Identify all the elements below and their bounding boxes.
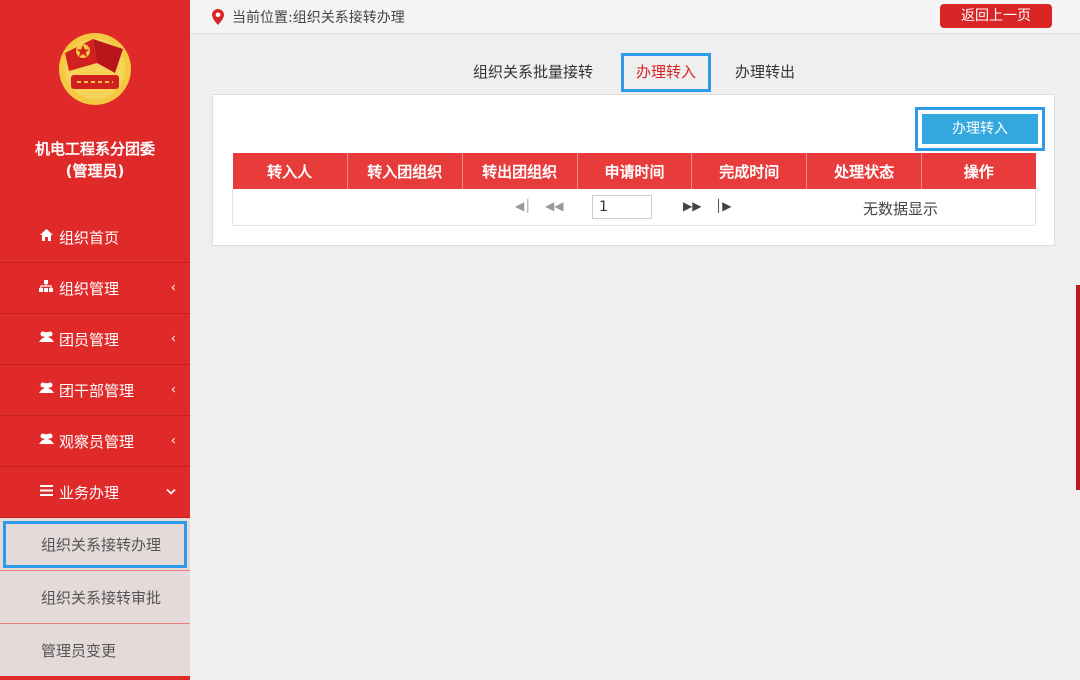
sidebar-item-label: 团员管理: [59, 330, 120, 349]
sidebar-bottom-bar: [0, 676, 190, 680]
breadcrumb: 当前位置:组织关系接转办理: [212, 7, 405, 27]
column-header: 转出团组织: [462, 153, 578, 189]
league-emblem-icon: [59, 33, 131, 105]
column-header: 申请时间: [577, 153, 693, 189]
page-number-input[interactable]: 1: [592, 195, 652, 219]
sidebar-item-org-manage[interactable]: 组织管理 ‹: [0, 263, 190, 314]
sub-item-admin-change[interactable]: 管理员变更: [0, 624, 190, 677]
back-button[interactable]: 返回上一页: [940, 4, 1052, 28]
tab-transfer-out[interactable]: 办理转出: [722, 53, 808, 92]
sidebar-item-business[interactable]: 业务办理: [0, 467, 190, 518]
sub-item-transfer-handle[interactable]: 组织关系接转办理: [0, 518, 190, 571]
chevron-left-icon: ‹: [170, 331, 176, 347]
tab-bar: 组织关系批量接转 办理转入 办理转出: [190, 52, 1080, 94]
transfer-in-button[interactable]: 办理转入: [922, 114, 1038, 144]
column-header: 转入人: [232, 153, 348, 189]
tab-transfer-in[interactable]: 办理转入: [621, 53, 711, 92]
next-page-icon[interactable]: ▶▶: [683, 199, 701, 213]
sidebar-item-label: 组织管理: [59, 279, 120, 298]
pager-row: ◀│ ◀◀ 1 ▶▶ │▶ 无数据显示: [232, 189, 1036, 226]
users-icon: [38, 382, 54, 398]
prev-page-icon[interactable]: ◀◀: [545, 199, 563, 213]
org-name: 机电工程系分团委 (管理员): [0, 138, 190, 182]
sitemap-icon: [38, 280, 54, 296]
scrollbar-indicator[interactable]: [1076, 285, 1080, 490]
content-panel: 办理转入 转入人 转入团组织 转出团组织 申请时间 完成时间 处理状态 操作 ◀…: [212, 94, 1055, 246]
sidebar-item-label: 业务办理: [59, 483, 120, 502]
sidebar-item-label: 组织首页: [59, 228, 120, 247]
org-name-line1: 机电工程系分团委: [34, 140, 155, 158]
home-icon: [38, 229, 54, 245]
sidebar-item-label: 团干部管理: [59, 381, 135, 400]
chevron-down-icon: [166, 485, 176, 500]
sub-item-label: 组织关系接转办理: [41, 535, 162, 554]
sidebar: 机电工程系分团委 (管理员) 组织首页 组织管理 ‹ 团员管理 ‹ 团干部管理 …: [0, 0, 190, 680]
sidebar-item-cadre-manage[interactable]: 团干部管理 ‹: [0, 365, 190, 416]
pager-cell: ◀│ ◀◀ 1 ▶▶ │▶ 无数据显示: [232, 189, 1036, 226]
sub-item-label: 管理员变更: [41, 642, 117, 660]
sidebar-item-observer-manage[interactable]: 观察员管理 ‹: [0, 416, 190, 467]
last-page-icon[interactable]: │▶: [715, 199, 731, 213]
action-button-highlight: 办理转入: [915, 107, 1045, 151]
column-header: 转入团组织: [347, 153, 463, 189]
breadcrumb-text: 当前位置:组织关系接转办理: [232, 10, 405, 26]
sidebar-item-home[interactable]: 组织首页: [0, 212, 190, 263]
menu-icon: [38, 484, 54, 500]
pager: ◀│ ◀◀ 1 ▶▶ │▶ 无数据显示: [233, 189, 1035, 225]
users-icon: [38, 331, 54, 347]
empty-message: 无数据显示: [863, 200, 939, 218]
column-header: 处理状态: [806, 153, 923, 189]
transfer-table: 转入人 转入团组织 转出团组织 申请时间 完成时间 处理状态 操作 ◀│ ◀◀ …: [232, 153, 1036, 226]
sub-item-transfer-approve[interactable]: 组织关系接转审批: [0, 571, 190, 624]
sidebar-nav: 组织首页 组织管理 ‹ 团员管理 ‹ 团干部管理 ‹ 观察员管理 ‹ 业务办理 …: [0, 212, 190, 677]
column-header: 操作: [921, 153, 1036, 189]
sub-item-label: 组织关系接转审批: [41, 588, 162, 607]
sidebar-item-member-manage[interactable]: 团员管理 ‹: [0, 314, 190, 365]
org-name-line2: (管理员): [65, 162, 125, 180]
location-pin-icon: [212, 9, 224, 25]
logo-area: [0, 0, 190, 138]
sidebar-item-label: 观察员管理: [59, 432, 135, 451]
tab-batch-transfer[interactable]: 组织关系批量接转: [468, 53, 598, 92]
chevron-left-icon: ‹: [170, 382, 176, 398]
chevron-left-icon: ‹: [170, 433, 176, 449]
top-bar: 当前位置:组织关系接转办理 返回上一页: [190, 0, 1080, 34]
users-icon: [38, 433, 54, 449]
first-page-icon[interactable]: ◀│: [515, 199, 531, 213]
chevron-left-icon: ‹: [170, 280, 176, 296]
column-header: 完成时间: [691, 153, 808, 189]
table-header-row: 转入人 转入团组织 转出团组织 申请时间 完成时间 处理状态 操作: [232, 153, 1036, 189]
